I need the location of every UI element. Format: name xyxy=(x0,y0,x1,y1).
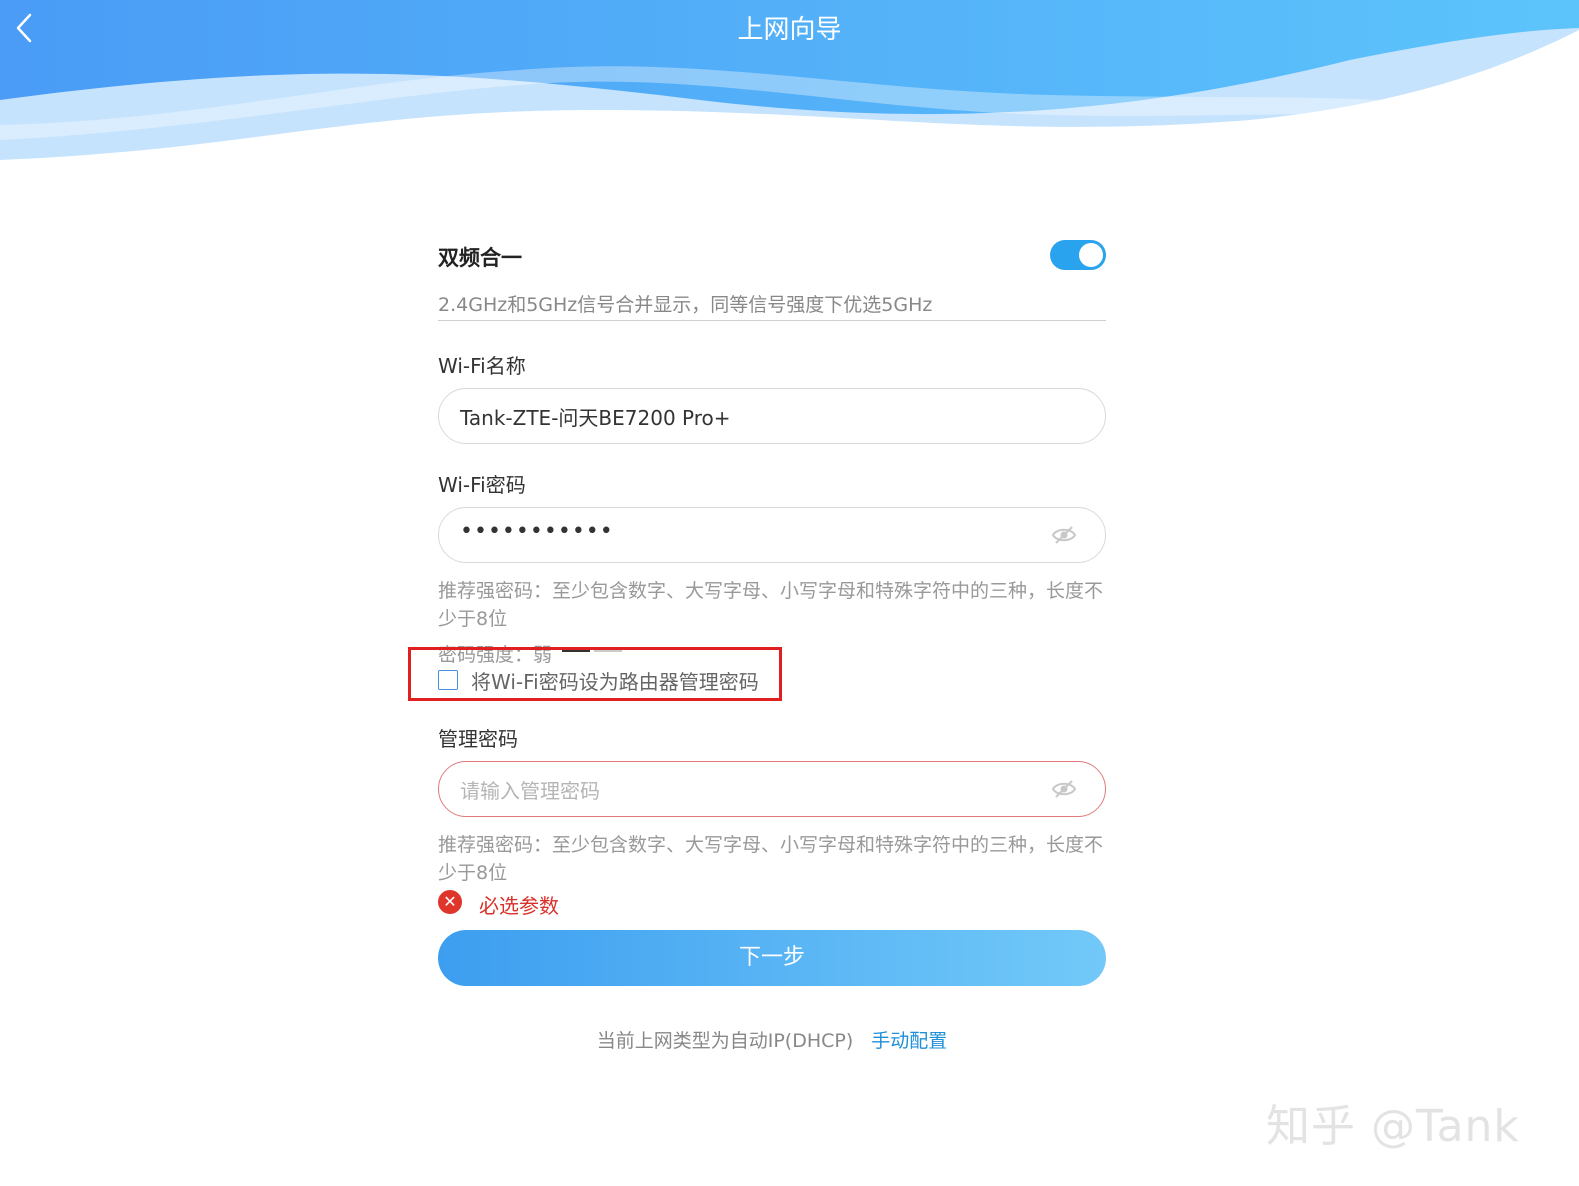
eye-hidden-icon[interactable] xyxy=(1051,523,1077,547)
dual-band-toggle[interactable] xyxy=(1050,240,1106,270)
wifi-password-label: Wi-Fi密码 xyxy=(438,473,526,497)
wifi-password-value: ••••••••••• xyxy=(460,519,614,544)
next-step-button[interactable]: 下一步 xyxy=(438,930,1106,986)
admin-password-checkbox[interactable] xyxy=(438,670,458,690)
admin-password-input[interactable]: 请输入管理密码 xyxy=(438,761,1106,817)
header-banner: 上网向导 xyxy=(0,0,1579,170)
wifi-password-hint: 推荐强密码：至少包含数字、大写字母、小写字母和特殊字符中的三种，长度不少于8位 xyxy=(438,580,1104,630)
wifi-name-input[interactable]: Tank-ZTE-问天BE7200 Pro+ xyxy=(438,388,1106,444)
admin-password-label: 管理密码 xyxy=(438,727,518,751)
wifi-name-value: Tank-ZTE-问天BE7200 Pro+ xyxy=(460,406,731,430)
dual-band-description: 2.4GHz和5GHz信号合并显示，同等信号强度下优选5GHz xyxy=(438,290,1106,321)
connection-type-text: 当前上网类型为自动IP(DHCP) xyxy=(596,1030,854,1052)
toggle-knob xyxy=(1079,243,1103,267)
watermark: 知乎 @Tank xyxy=(1266,1101,1520,1152)
page-title: 上网向导 xyxy=(737,15,842,45)
eye-hidden-icon[interactable] xyxy=(1051,777,1077,801)
admin-password-hint: 推荐强密码：至少包含数字、大写字母、小写字母和特殊字符中的三种，长度不少于8位 xyxy=(438,834,1104,884)
admin-password-placeholder: 请输入管理密码 xyxy=(460,779,600,803)
manual-config-link[interactable]: 手动配置 xyxy=(871,1030,947,1052)
wifi-name-label: Wi-Fi名称 xyxy=(438,354,526,378)
dual-band-title: 双频合一 xyxy=(438,246,522,270)
dual-band-row: 双频合一 xyxy=(438,240,1106,274)
connection-type-footer: 当前上网类型为自动IP(DHCP) 手动配置 xyxy=(438,1026,1106,1053)
error-circle-icon: ✕ xyxy=(438,890,462,914)
wifi-password-input[interactable]: ••••••••••• xyxy=(438,507,1106,563)
error-message: 必选参数 xyxy=(479,894,559,918)
admin-password-checkbox-label[interactable]: 将Wi-Fi密码设为路由器管理密码 xyxy=(471,666,759,695)
